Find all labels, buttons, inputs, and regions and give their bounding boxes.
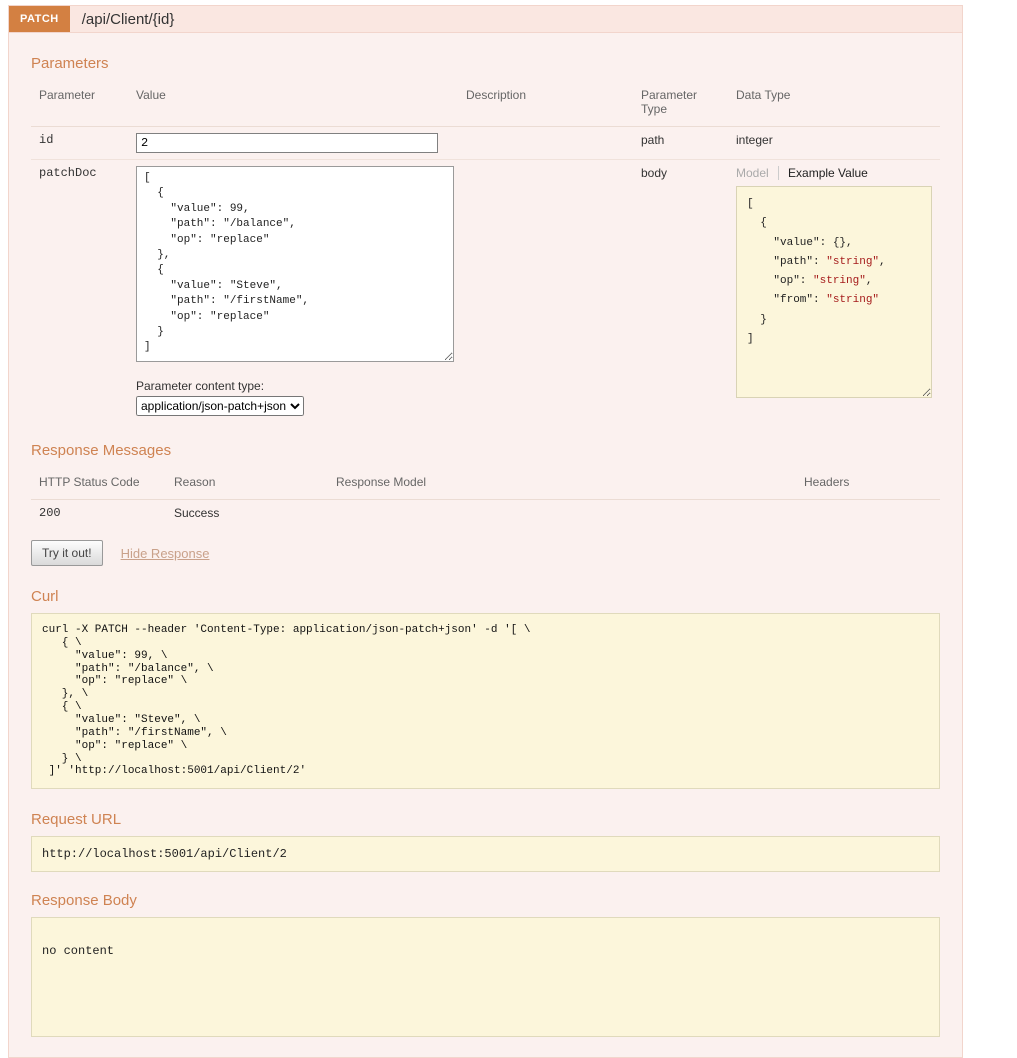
operation-panel: PATCH /api/Client/{id} Parameters Parame… (8, 5, 963, 1058)
curl-heading: Curl (31, 588, 59, 605)
content-type-label: Parameter content type: (136, 379, 265, 393)
col-description: Description (458, 80, 633, 127)
param-description-patchdoc (458, 160, 633, 423)
response-messages-table: HTTP Status Code Reason Response Model H… (31, 467, 940, 526)
param-value-cell (128, 126, 458, 160)
request-url-heading: Request URL (31, 811, 122, 829)
response-message-row: 200 Success (31, 500, 940, 527)
param-value-cell: [ { "value": 99, "path": "/balance", "op… (128, 160, 458, 423)
col-http-status-code: HTTP Status Code (31, 467, 166, 500)
method-badge[interactable]: PATCH (9, 6, 70, 32)
id-value-input[interactable] (136, 133, 438, 153)
request-url-value: http://localhost:5001/api/Client/2 (31, 836, 940, 873)
tab-example-value[interactable]: Example Value (788, 166, 868, 180)
param-row-patchdoc: patchDoc [ { "value": 99, "path": "/bala… (31, 160, 940, 423)
model-tabs: Model Example Value (736, 166, 932, 180)
col-reason: Reason (166, 467, 328, 500)
param-type-id: path (633, 126, 728, 160)
curl-command: curl -X PATCH --header 'Content-Type: ap… (31, 613, 940, 790)
data-type-cell: Model Example Value [ { "value": {}, "pa… (728, 160, 940, 423)
param-type-patchdoc: body (641, 166, 668, 180)
try-it-out-button[interactable]: Try it out! (31, 540, 103, 566)
parameters-table-header: Parameter Value Description Parameter Ty… (31, 80, 940, 127)
tab-model[interactable]: Model (736, 166, 779, 180)
operation-heading[interactable]: PATCH /api/Client/{id} (8, 5, 963, 33)
col-data-type: Data Type (728, 80, 940, 127)
response-messages-heading: Response Messages (31, 442, 172, 459)
col-parameter-type: Parameter Type (633, 80, 728, 127)
patchdoc-value-textarea[interactable]: [ { "value": 99, "path": "/balance", "op… (136, 166, 454, 362)
param-data-type-id: integer (728, 126, 940, 160)
col-value: Value (128, 80, 458, 127)
example-value-code[interactable]: [ { "value": {}, "path": "string", "op":… (736, 186, 932, 398)
actions-row: Try it out! Hide Response (31, 540, 940, 566)
status-reason: Success (174, 506, 220, 520)
col-headers: Headers (796, 467, 940, 500)
param-name-id: id (31, 126, 128, 160)
param-name-patchdoc: patchDoc (39, 166, 97, 180)
parameters-heading: Parameters (31, 55, 109, 72)
parameters-table: Parameter Value Description Parameter Ty… (31, 80, 940, 422)
status-code: 200 (39, 506, 61, 520)
col-response-model: Response Model (328, 467, 796, 500)
response-body-heading: Response Body (31, 892, 137, 910)
hide-response-link[interactable]: Hide Response (121, 546, 210, 561)
param-description-id (458, 126, 633, 160)
operation-path[interactable]: /api/Client/{id} (82, 11, 175, 28)
operation-content: Parameters Parameter Value Description P… (8, 33, 963, 1058)
response-body-content: no content (31, 917, 940, 1038)
status-headers (796, 500, 940, 527)
col-parameter: Parameter (31, 80, 128, 127)
content-type-select[interactable]: application/json-patch+json (136, 396, 304, 416)
response-messages-header: HTTP Status Code Reason Response Model H… (31, 467, 940, 500)
param-row-id: id path integer (31, 126, 940, 160)
status-response-model (328, 500, 796, 527)
